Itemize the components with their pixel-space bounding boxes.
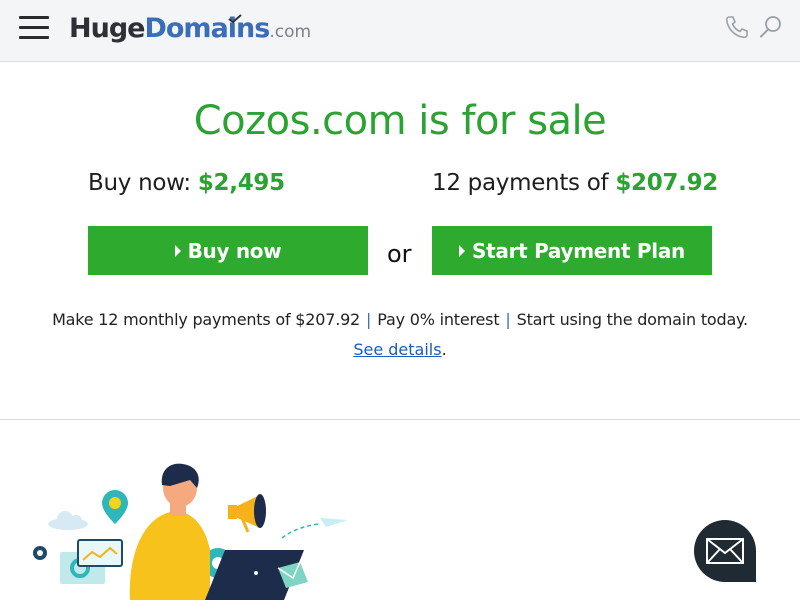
hamburger-menu-icon[interactable] (19, 15, 51, 41)
payments-prefix: 12 payments of (432, 170, 616, 196)
payments-price-line: 12 payments of $207.92 (432, 170, 718, 196)
hugedomains-logo[interactable]: HugeDomains.com (69, 13, 311, 49)
phone-icon[interactable] (724, 14, 750, 40)
see-details-link[interactable]: See details (353, 340, 441, 359)
marketing-illustration (33, 463, 348, 600)
logo-domains: Domains (144, 13, 270, 44)
payment-info-line: Make 12 monthly payments of $207.92 | Pay … (0, 310, 800, 329)
search-icon[interactable] (758, 14, 784, 40)
info-separator: | (366, 310, 372, 329)
section-divider (0, 419, 800, 420)
logo-com: .com (269, 22, 312, 42)
or-separator: or (387, 240, 412, 268)
info-separator: | (505, 310, 511, 329)
payments-price: $207.92 (615, 170, 718, 196)
buy-now-price: $2,495 (197, 170, 285, 196)
info-start-using: Start using the domain today. (516, 310, 749, 329)
info-interest: Pay 0% interest (377, 310, 500, 329)
start-payment-plan-button[interactable]: Start Payment Plan (432, 226, 712, 275)
envelope-icon (706, 538, 744, 564)
buy-now-button[interactable]: Buy now (88, 226, 368, 275)
start-payment-plan-label: Start Payment Plan (472, 238, 685, 263)
buy-now-price-line: Buy now: $2,495 (88, 170, 285, 196)
site-header: HugeDomains.com (0, 0, 800, 62)
buy-now-button-label: Buy now (187, 238, 282, 263)
play-arrow-icon (174, 244, 181, 257)
buy-now-prefix: Buy now: (88, 170, 198, 196)
logo-checkmark-icon (228, 14, 242, 24)
details-suffix: . (441, 340, 447, 359)
play-arrow-icon (459, 244, 466, 257)
contact-chat-button[interactable] (694, 520, 756, 582)
details-line: See details. (0, 340, 800, 359)
logo-huge: Huge (69, 13, 145, 44)
page-title: Cozos.com is for sale (193, 98, 607, 144)
info-monthly-payments: Make 12 monthly payments of $207.92 (52, 310, 361, 329)
